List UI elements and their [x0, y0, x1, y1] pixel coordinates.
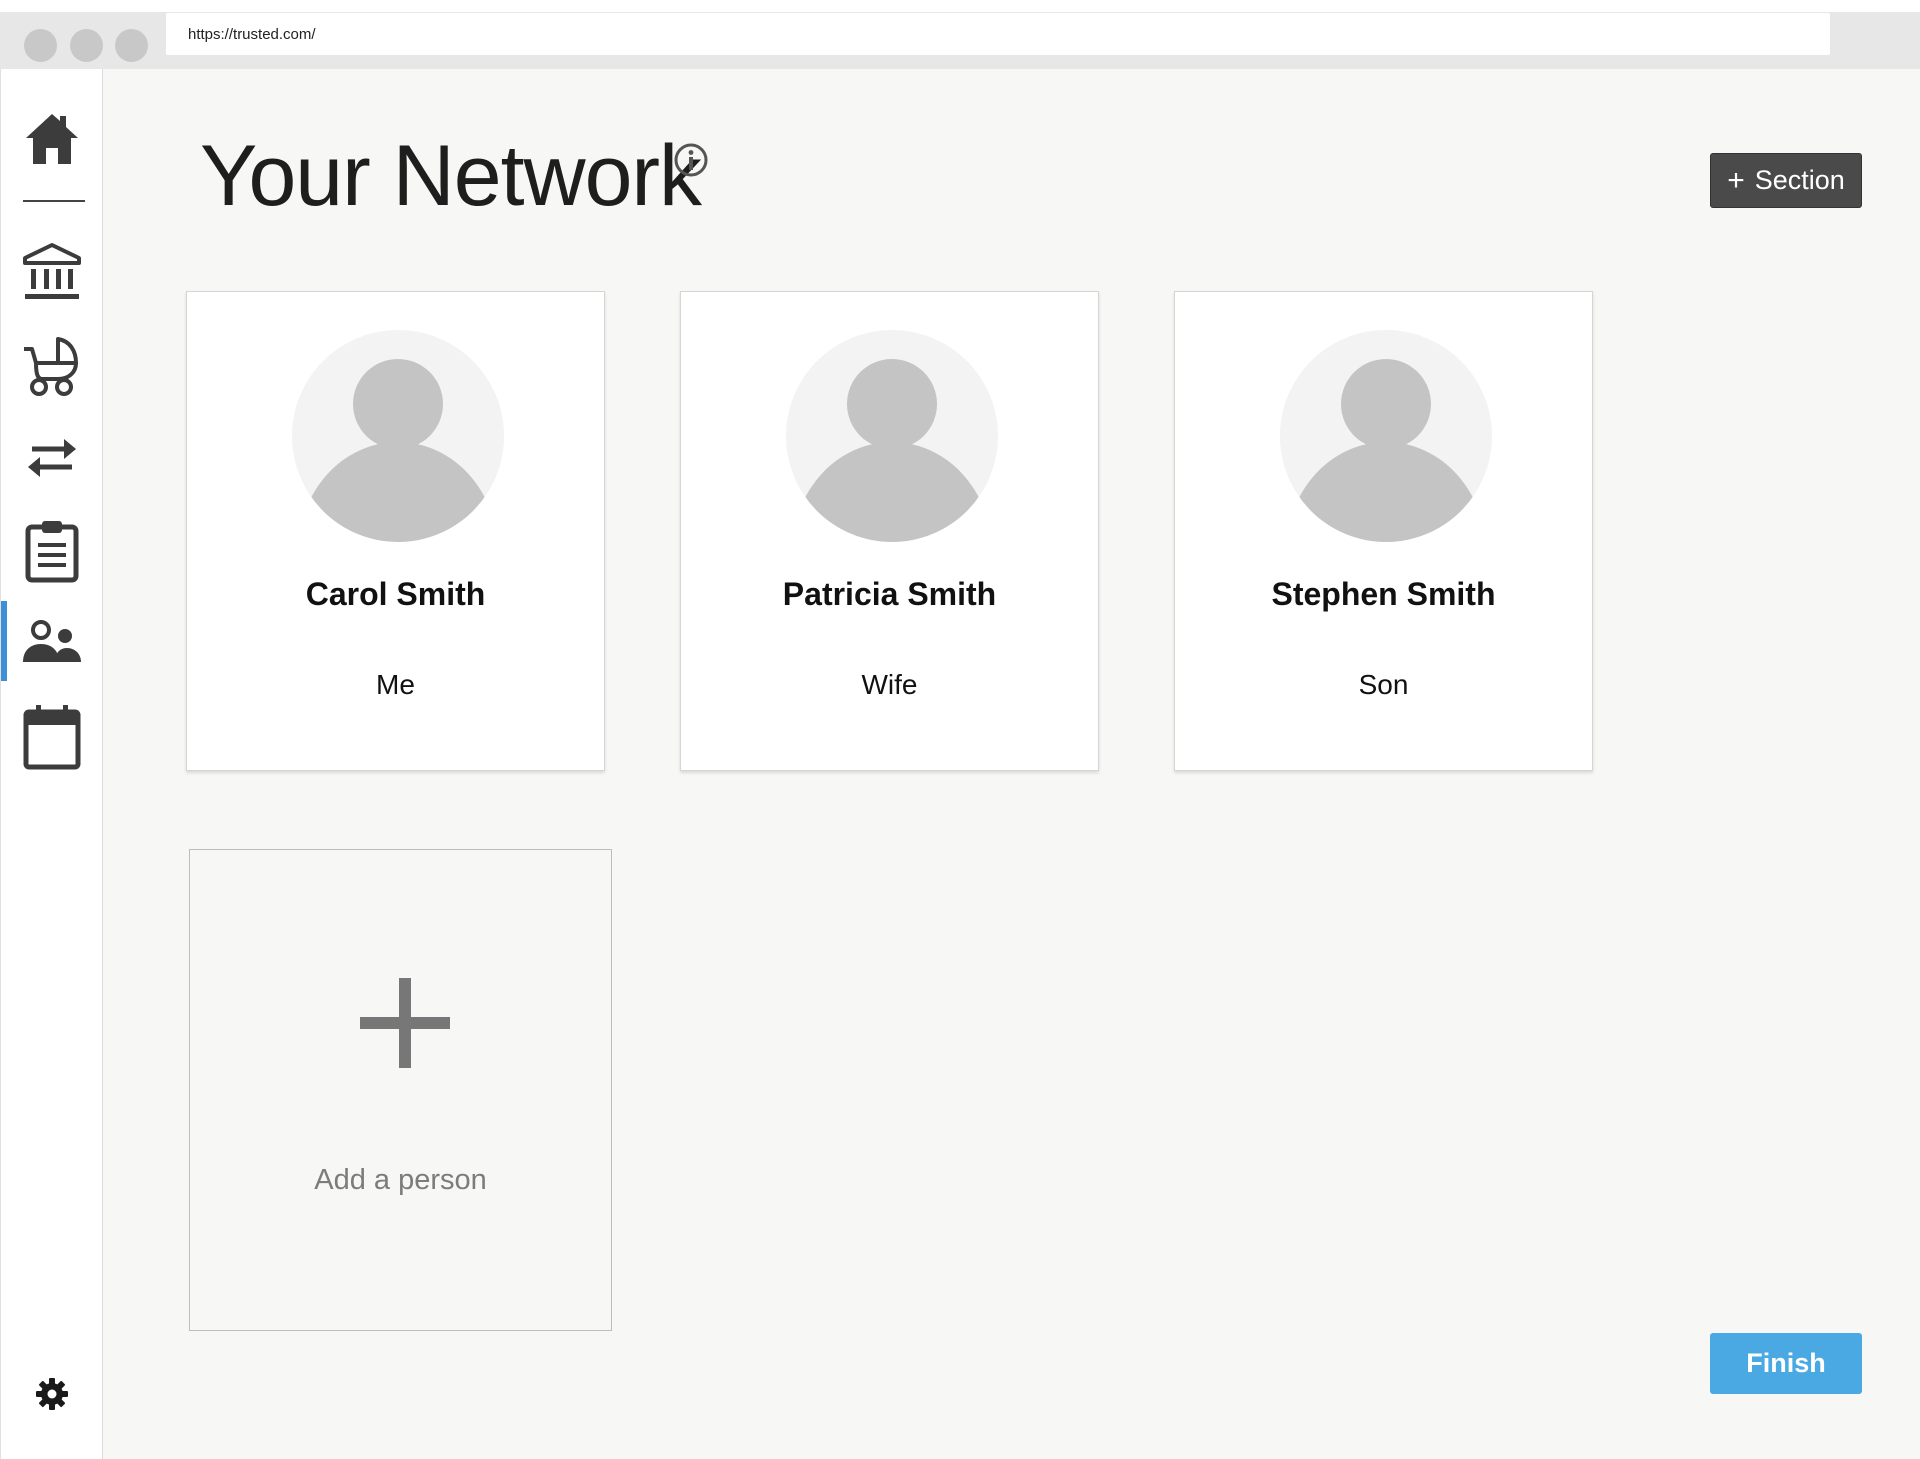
plus-icon	[360, 978, 450, 1068]
info-icon[interactable]	[673, 142, 709, 178]
stroller-icon	[24, 337, 78, 396]
add-person-card[interactable]: Add a person	[189, 849, 612, 1331]
person-placeholder-icon	[298, 359, 498, 542]
person-name: Carol Smith	[305, 576, 486, 612]
sidebar-item-transfers[interactable]	[1, 427, 103, 489]
address-bar-url: https://trusted.com/	[188, 25, 316, 43]
clipboard-icon	[25, 521, 79, 583]
person-card[interactable]: Stephen Smith Son	[1174, 291, 1593, 771]
page-title: Your Network	[200, 128, 702, 224]
sidebar-item-home[interactable]	[1, 109, 103, 169]
people-icon	[23, 620, 81, 662]
person-placeholder-icon	[792, 359, 992, 542]
avatar	[786, 330, 998, 542]
address-bar[interactable]: https://trusted.com/	[166, 13, 1830, 55]
calendar-icon	[23, 705, 81, 770]
person-name: Patricia Smith	[782, 576, 997, 612]
person-card[interactable]: Patricia Smith Wife	[680, 291, 1099, 771]
person-relation: Son	[1358, 669, 1409, 700]
avatar	[292, 330, 504, 542]
add-person-label: Add a person	[314, 1164, 487, 1196]
person-relation: Me	[376, 669, 415, 700]
window-minimize-dot[interactable]	[70, 29, 103, 62]
add-section-button[interactable]: + Section	[1710, 153, 1862, 208]
bank-icon	[23, 243, 81, 299]
gear-icon	[36, 1378, 68, 1410]
sidebar-item-calendar[interactable]	[1, 701, 103, 773]
avatar	[1280, 330, 1492, 542]
browser-chrome: https://trusted.com/	[0, 0, 1920, 69]
main-content: Your Network + Section Carol Smith Me Pa…	[103, 69, 1920, 1459]
sidebar-item-network[interactable]	[1, 609, 103, 675]
person-card[interactable]: Carol Smith Me	[186, 291, 605, 771]
sidebar-item-settings[interactable]	[1, 1369, 103, 1419]
person-name: Stephen Smith	[1271, 576, 1496, 612]
plus-icon: +	[1727, 163, 1745, 197]
sidebar-divider	[23, 200, 85, 202]
window-maximize-dot[interactable]	[115, 29, 148, 62]
sidebar-item-bank[interactable]	[1, 239, 103, 305]
person-placeholder-icon	[1286, 359, 1486, 542]
person-relation: Wife	[861, 669, 918, 700]
window-close-dot[interactable]	[24, 29, 57, 62]
finish-button[interactable]: Finish	[1710, 1333, 1862, 1394]
home-icon	[26, 114, 78, 164]
transfer-arrows-icon	[28, 439, 76, 477]
sidebar-item-children[interactable]	[1, 333, 103, 399]
sidebar-item-documents[interactable]	[1, 515, 103, 587]
sidebar	[0, 69, 103, 1459]
add-section-label: Section	[1754, 165, 1845, 195]
